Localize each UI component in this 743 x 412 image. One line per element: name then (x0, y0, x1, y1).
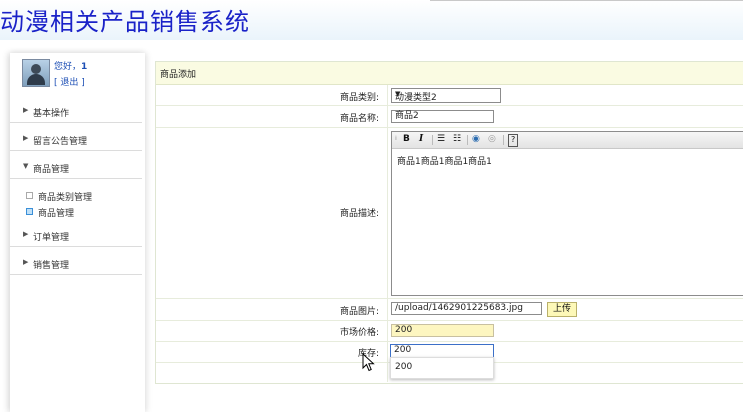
user-name: 1 (81, 62, 88, 72)
unlink-icon[interactable]: ◎ (488, 134, 496, 145)
header-divider (430, 0, 743, 1)
sidebar-section-label: 商品管理 (33, 165, 70, 175)
greeting-text: 您好， (54, 62, 82, 72)
image-path-input[interactable]: /upload/1462901225683.jpg (391, 302, 542, 315)
sidebar-section-messages[interactable]: ▶ 留言公告管理 (10, 132, 142, 151)
product-add-panel: 商品添加 商品类别: 动漫类型2 ▼ 商品名称: 商品2 商品描述: ⁞ B I… (155, 61, 743, 384)
sidebar-item-category-management[interactable]: 商品类别管理 (26, 190, 92, 203)
avatar-icon (22, 59, 50, 87)
sidebar-item-label: 商品类别管理 (38, 193, 93, 203)
mouse-cursor-icon (362, 353, 375, 372)
sidebar-item-label: 商品管理 (38, 209, 75, 219)
autocomplete-option[interactable]: 200 (395, 362, 412, 372)
toolbar-separator (467, 135, 468, 145)
category-select[interactable]: 动漫类型2 ▼ (391, 88, 501, 103)
chevron-right-icon: ▶ (23, 258, 29, 266)
unordered-list-icon[interactable]: ☷ (453, 134, 461, 145)
form-row-description: 商品描述: ⁞ B I ☰ ☷ ◉ ◎ ? 商品1商品1商品1商品1 (156, 128, 743, 299)
sidebar-item-product-management[interactable]: 商品管理 (26, 206, 74, 219)
form-row-price: 市场价格: 200 (156, 321, 743, 342)
dropdown-caret-icon: ▼ (395, 90, 401, 98)
stock-input[interactable]: 200 (390, 344, 494, 358)
ordered-list-icon[interactable]: ☰ (437, 134, 445, 145)
chevron-right-icon: ▶ (23, 106, 29, 114)
bullet-square-icon (26, 208, 33, 215)
upload-button[interactable]: 上传 (547, 302, 578, 317)
autocomplete-dropdown: 200 (390, 357, 494, 379)
italic-button[interactable]: I (419, 134, 423, 145)
bullet-square-icon (26, 192, 33, 199)
rich-text-editor[interactable]: ⁞ B I ☰ ☷ ◉ ◎ ? 商品1商品1商品1商品1 (391, 131, 743, 296)
product-name-input[interactable]: 商品2 (391, 110, 494, 123)
price-label: 市场价格: (339, 328, 379, 338)
toolbar-separator (503, 135, 504, 145)
image-label: 商品图片: (339, 307, 379, 317)
panel-title: 商品添加 (160, 70, 197, 80)
toolbar-separator (432, 135, 433, 145)
sidebar-section-products[interactable]: ▼ 商品管理 (10, 160, 142, 179)
app-title: 动漫相关产品销售系统 (0, 8, 250, 36)
user-box: 您好，1 [ 退出 ] (22, 57, 142, 97)
form-row-image: 商品图片: /upload/1462901225683.jpg 上传 (156, 299, 743, 321)
category-label: 商品类别: (339, 93, 379, 103)
chevron-down-icon: ▼ (23, 162, 29, 170)
form-row-name: 商品名称: 商品2 (156, 106, 743, 128)
editor-toolbar: ⁞ B I ☰ ☷ ◉ ◎ ? (392, 132, 743, 149)
insert-link-icon[interactable]: ◉ (472, 134, 480, 145)
chevron-right-icon: ▶ (23, 230, 29, 238)
sidebar-section-sales[interactable]: ▶ 销售管理 (10, 256, 142, 275)
description-label: 商品描述: (339, 209, 379, 219)
price-input[interactable]: 200 (391, 324, 494, 337)
help-icon[interactable]: ? (508, 134, 519, 147)
panel-header: 商品添加 (156, 62, 743, 85)
bold-button[interactable]: B (403, 134, 410, 145)
sidebar: 您好，1 [ 退出 ] ▶ 基本操作 ▶ 留言公告管理 ▼ 商品管理 商品类别管… (10, 53, 145, 412)
user-greeting: 您好，1 (54, 59, 87, 72)
sidebar-section-label: 基本操作 (33, 109, 70, 119)
logout-link[interactable]: [ 退出 ] (54, 75, 85, 88)
toolbar-grip-icon: ⁞ (395, 135, 397, 142)
sidebar-section-label: 留言公告管理 (33, 137, 88, 147)
name-label: 商品名称: (339, 114, 379, 124)
sidebar-section-orders[interactable]: ▶ 订单管理 (10, 228, 142, 247)
chevron-right-icon: ▶ (23, 134, 29, 142)
sidebar-section-label: 订单管理 (33, 233, 70, 243)
form-row-category: 商品类别: 动漫类型2 ▼ (156, 85, 743, 106)
app-header: 动漫相关产品销售系统 (0, 0, 743, 40)
sidebar-section-basic[interactable]: ▶ 基本操作 (10, 104, 142, 123)
editor-content[interactable]: 商品1商品1商品1商品1 (397, 154, 492, 167)
sidebar-section-label: 销售管理 (33, 261, 70, 271)
